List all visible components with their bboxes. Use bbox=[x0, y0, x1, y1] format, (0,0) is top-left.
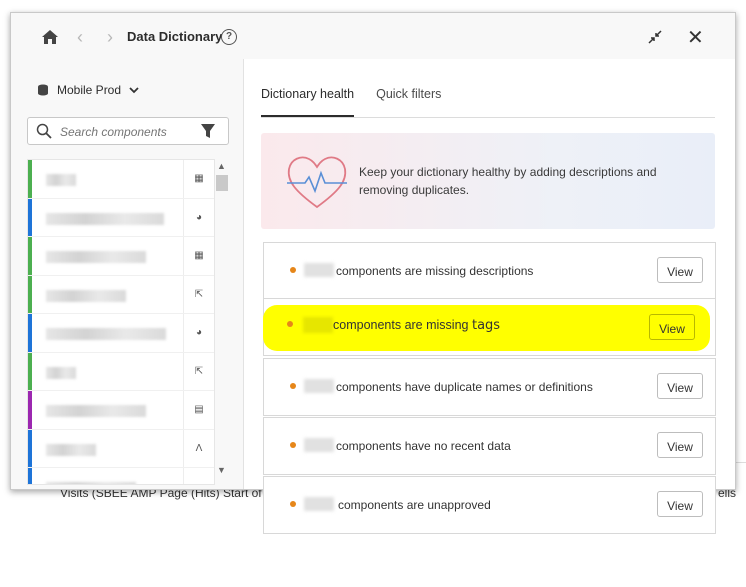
scrollbar-thumb[interactable] bbox=[216, 175, 228, 191]
view-button[interactable]: View bbox=[657, 432, 703, 458]
redacted-count bbox=[304, 438, 334, 452]
health-item-text: components are missing tags bbox=[333, 318, 501, 333]
list-item[interactable]: Ʌ bbox=[28, 429, 214, 468]
segment-icon: ◕ bbox=[183, 198, 214, 236]
status-dot bbox=[287, 321, 293, 327]
component-type-bar bbox=[28, 275, 32, 313]
health-item-missing-descriptions: components are missing descriptions View bbox=[263, 242, 716, 300]
component-type-bar bbox=[28, 237, 32, 275]
data-view-selector[interactable]: Mobile Prod bbox=[37, 83, 139, 97]
health-item-text: components have no recent data bbox=[336, 439, 511, 453]
health-item-text: components have duplicate names or defin… bbox=[336, 380, 593, 394]
status-dot bbox=[290, 442, 296, 448]
list-item[interactable]: ▦ bbox=[28, 237, 214, 276]
data-view-label: Mobile Prod bbox=[57, 83, 122, 97]
redacted-component-name bbox=[46, 328, 166, 340]
filter-icon[interactable] bbox=[200, 123, 216, 139]
health-item-text: components are missing descriptions bbox=[336, 264, 534, 278]
component-type-bar bbox=[28, 314, 32, 352]
view-button[interactable]: View bbox=[657, 257, 703, 283]
calculator-icon: ▦ bbox=[183, 160, 214, 198]
scroll-down-arrow[interactable]: ▼ bbox=[217, 465, 226, 475]
adobe-icon: Ʌ bbox=[183, 429, 214, 467]
back-icon[interactable]: ‹ bbox=[77, 27, 83, 48]
redacted-component-name bbox=[46, 174, 76, 186]
segment-icon: ◕ bbox=[183, 314, 214, 352]
redacted-count bbox=[303, 317, 333, 333]
page-title: Data Dictionary bbox=[127, 29, 223, 44]
list-item[interactable]: ◕ bbox=[28, 468, 214, 484]
banner-text: Keep your dictionary healthy by adding d… bbox=[359, 165, 657, 197]
list-item[interactable]: ⇱ bbox=[28, 275, 214, 314]
scroll-up-arrow[interactable]: ▲ bbox=[217, 161, 226, 171]
list-item[interactable]: ◕ bbox=[28, 198, 214, 237]
chevron-down-icon bbox=[129, 87, 139, 94]
component-type-bar bbox=[28, 429, 32, 467]
tab-quick-filters[interactable]: Quick filters bbox=[376, 87, 441, 117]
calendar-icon: ▤ bbox=[183, 391, 214, 429]
list-item[interactable]: ⇱ bbox=[28, 352, 214, 391]
home-icon[interactable] bbox=[41, 29, 59, 45]
redacted-component-name bbox=[46, 366, 76, 379]
heart-pulse-icon bbox=[287, 156, 347, 209]
components-list: ▦◕▦⇱◕⇱▤Ʌ◕ bbox=[27, 159, 215, 485]
dialog-header: ‹ › Data Dictionary ? ✕ bbox=[11, 13, 735, 59]
health-item-no-recent-data: components have no recent data View bbox=[263, 417, 716, 475]
redacted-component-name bbox=[46, 289, 126, 302]
redacted-component-name bbox=[46, 212, 164, 225]
list-item[interactable]: ▤ bbox=[28, 391, 214, 430]
component-type-bar bbox=[28, 391, 32, 429]
view-button[interactable]: View bbox=[657, 491, 703, 517]
redacted-component-name bbox=[46, 482, 136, 484]
search-field[interactable] bbox=[27, 117, 229, 145]
list-item[interactable]: ▦ bbox=[28, 160, 214, 199]
status-dot bbox=[290, 383, 296, 389]
component-type-bar bbox=[28, 160, 32, 198]
list-item[interactable]: ◕ bbox=[28, 314, 214, 353]
redacted-component-name bbox=[46, 405, 146, 417]
redacted-count bbox=[304, 263, 334, 277]
component-type-bar bbox=[28, 198, 32, 236]
close-icon[interactable]: ✕ bbox=[687, 25, 704, 50]
component-type-bar bbox=[28, 468, 32, 484]
highlighted-health-item: components are missing tags View bbox=[263, 305, 710, 351]
search-icon bbox=[36, 123, 52, 139]
view-button[interactable]: View bbox=[649, 314, 695, 340]
redacted-component-name bbox=[46, 443, 96, 456]
status-dot bbox=[290, 267, 296, 273]
view-button[interactable]: View bbox=[657, 373, 703, 399]
calculator-icon: ▦ bbox=[183, 237, 214, 275]
health-item-text: components are unapproved bbox=[338, 498, 491, 512]
health-banner: Keep your dictionary healthy by adding d… bbox=[261, 133, 715, 229]
status-dot bbox=[290, 501, 296, 507]
cursor-icon: ⇱ bbox=[183, 275, 214, 313]
component-type-bar bbox=[28, 352, 32, 390]
tab-bar: Dictionary health Quick filters bbox=[261, 87, 715, 118]
components-panel: Mobile Prod ▦◕▦⇱◕⇱▤Ʌ◕ ▲ ▼ bbox=[11, 59, 244, 489]
cursor-icon: ⇱ bbox=[183, 352, 214, 390]
emphasis-text: tags bbox=[471, 318, 501, 333]
search-input[interactable] bbox=[58, 122, 192, 142]
health-item-duplicates: components have duplicate names or defin… bbox=[263, 358, 716, 416]
redacted-component-name bbox=[46, 251, 146, 263]
database-icon bbox=[38, 84, 48, 96]
segment-icon: ◕ bbox=[183, 468, 214, 484]
minimize-icon[interactable] bbox=[647, 29, 663, 45]
health-item-unapproved: components are unapproved View bbox=[263, 476, 716, 534]
redacted-count bbox=[304, 379, 334, 393]
tab-dictionary-health[interactable]: Dictionary health bbox=[261, 87, 355, 117]
help-icon[interactable]: ? bbox=[221, 29, 237, 45]
forward-icon[interactable]: › bbox=[107, 27, 113, 48]
redacted-count bbox=[304, 497, 334, 511]
